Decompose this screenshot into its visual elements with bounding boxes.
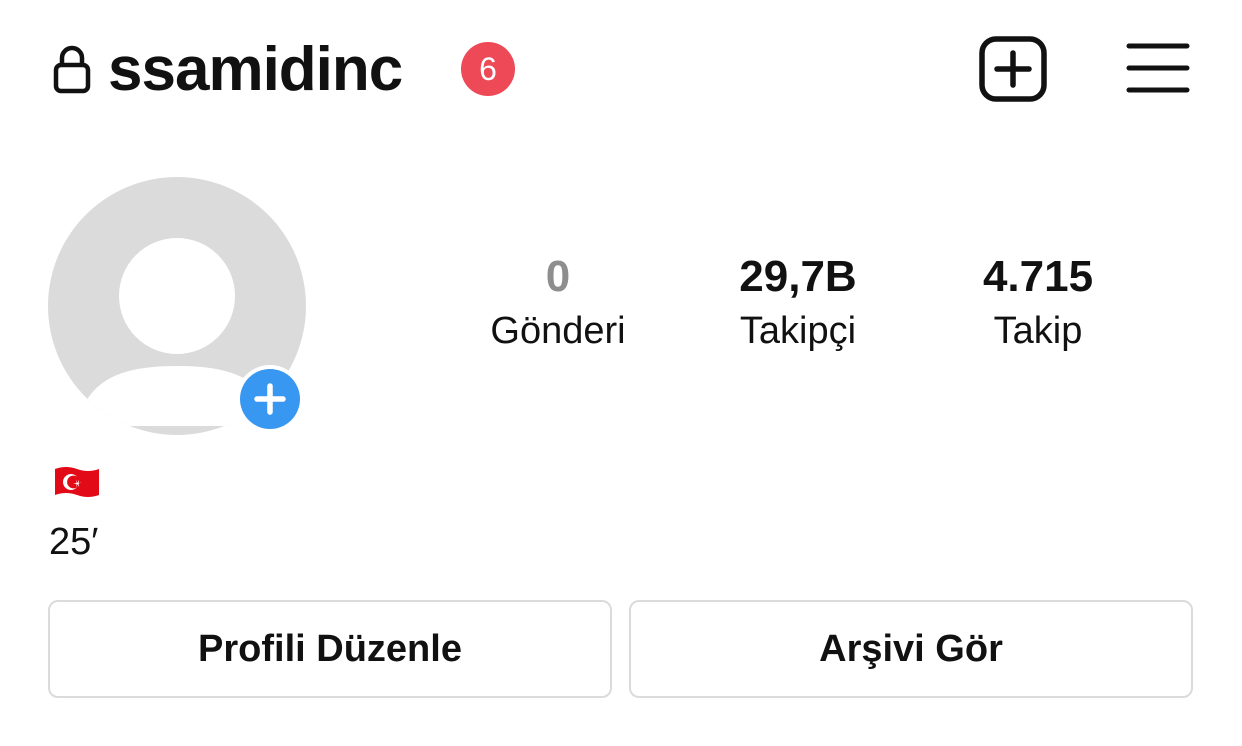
- hamburger-menu-icon: [1126, 43, 1190, 100]
- followers-label: Takipçi: [739, 310, 857, 352]
- notification-badge[interactable]: 6: [461, 42, 515, 96]
- posts-count: 0: [545, 252, 571, 301]
- lock-icon: [52, 44, 92, 94]
- username[interactable]: ssamidinc: [108, 34, 403, 106]
- turkey-flag-icon: [52, 464, 102, 500]
- menu-button[interactable]: [1126, 40, 1190, 96]
- plus-square-icon: [978, 36, 1048, 107]
- new-post-button[interactable]: [978, 35, 1048, 103]
- bio-text: 25′: [49, 521, 99, 563]
- following-count: 4.715: [982, 252, 1094, 301]
- following-stat[interactable]: 4.715 Takip: [928, 250, 1148, 358]
- followers-stat[interactable]: 29,7B Takipçi: [688, 250, 908, 358]
- profile-header: ssamidinc 6: [0, 0, 1242, 140]
- posts-stat[interactable]: 0 Gönderi: [448, 250, 668, 358]
- plus-circle-icon: [235, 365, 305, 438]
- following-label: Takip: [993, 310, 1083, 352]
- posts-label: Gönderi: [490, 310, 626, 352]
- followers-count: 29,7B: [739, 252, 857, 301]
- add-story-button[interactable]: [235, 364, 305, 434]
- view-archive-button[interactable]: Arşivi Gör: [629, 600, 1193, 698]
- edit-profile-button[interactable]: Profili Düzenle: [48, 600, 612, 698]
